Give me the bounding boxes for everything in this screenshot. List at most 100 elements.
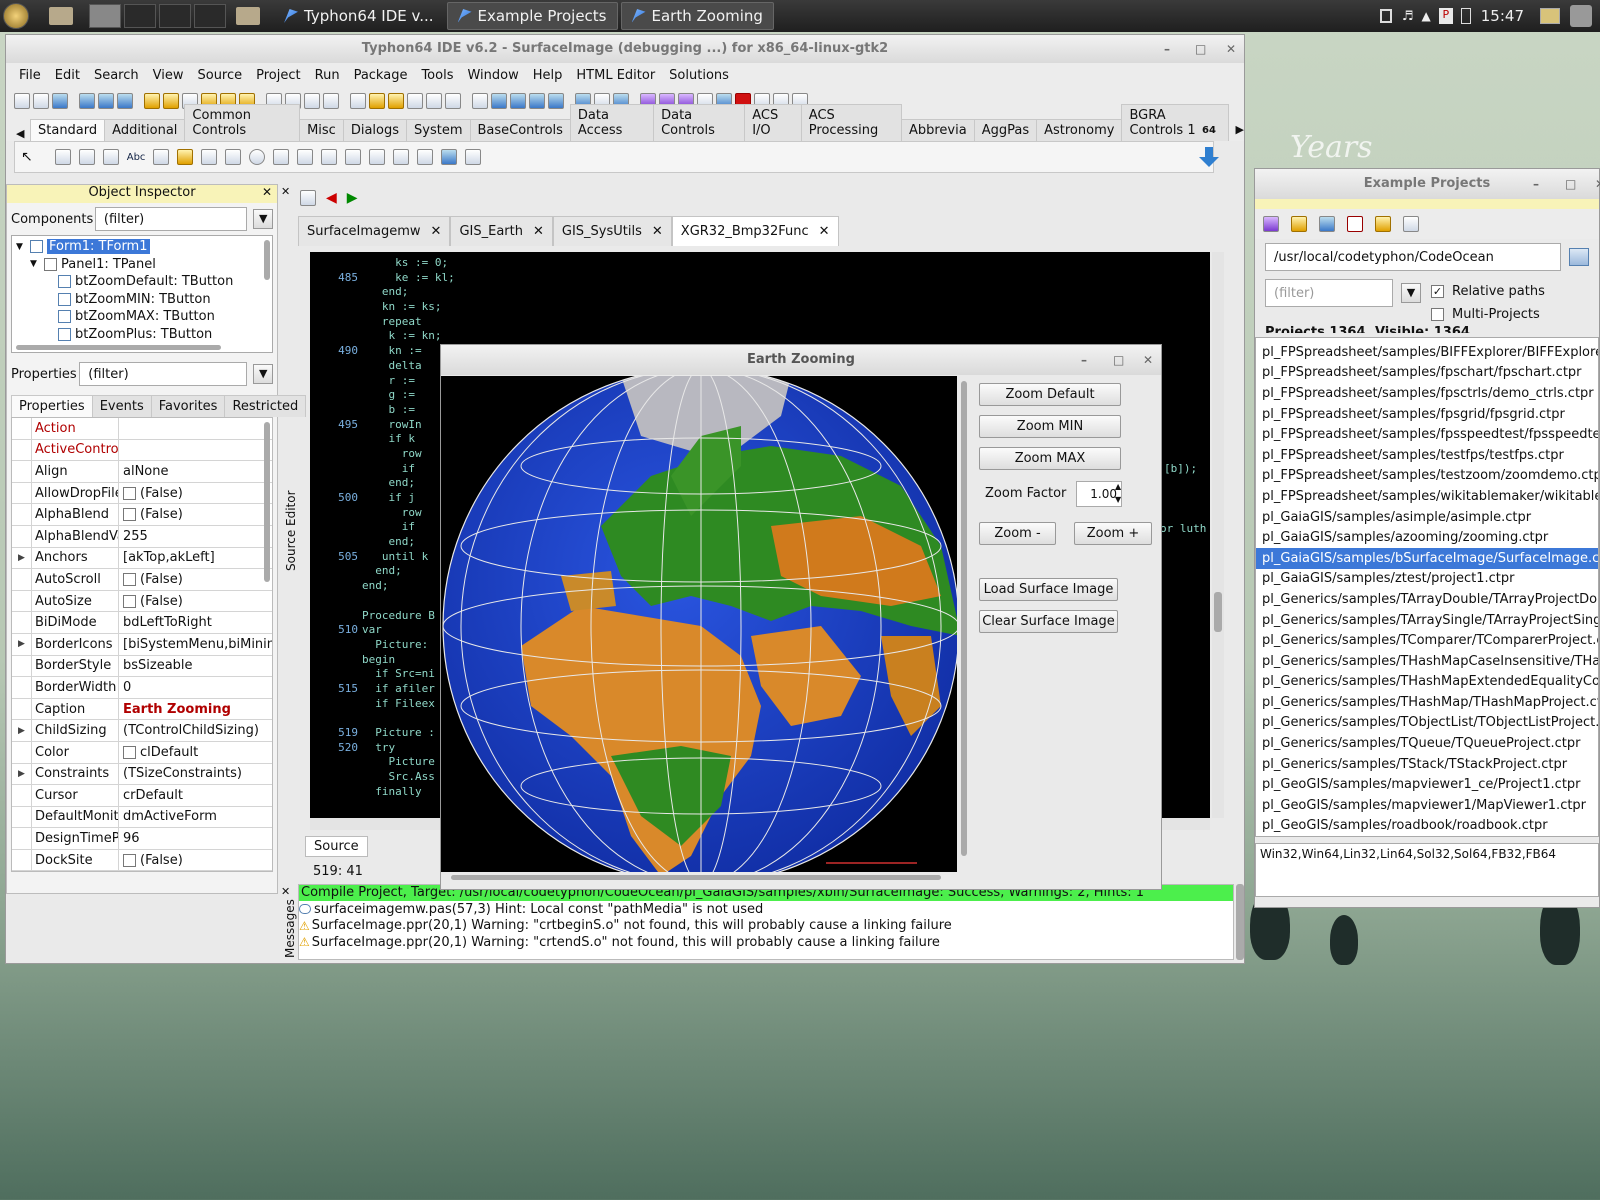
open-icon[interactable]	[33, 93, 49, 109]
show-desktop-icon[interactable]	[1540, 8, 1560, 24]
project-list-item[interactable]: pl_GaiaGIS/samples/azooming/zooming.ctpr	[1256, 527, 1598, 548]
palette-tab-data-access[interactable]: Data Access	[569, 104, 655, 141]
property-row[interactable]: DesignTimePPI96	[12, 828, 272, 850]
start-menu-icon[interactable]	[3, 3, 29, 29]
delete-icon[interactable]	[1347, 216, 1363, 232]
palette-tab-misc[interactable]: Misc	[299, 119, 344, 141]
clean-icon[interactable]	[548, 93, 564, 109]
palette-tab-data-controls[interactable]: Data Controls	[653, 104, 746, 141]
property-value[interactable]	[119, 418, 272, 439]
build-icon[interactable]	[1291, 216, 1307, 232]
property-row[interactable]: Color clDefault	[12, 741, 272, 764]
compare-icon[interactable]	[445, 93, 461, 109]
browse-folder-icon[interactable]	[1569, 248, 1589, 266]
code-line[interactable]: ke := kl;	[362, 271, 455, 286]
property-row[interactable]: Align alNone	[12, 461, 272, 483]
tree-hscrollbar[interactable]	[16, 345, 221, 350]
zoom-factor-spin-up-icon[interactable]: ▲	[1115, 482, 1121, 491]
tframe-icon[interactable]	[441, 149, 458, 165]
maximize-button[interactable]: □	[1565, 169, 1576, 199]
palette-tab-system[interactable]: System	[406, 119, 471, 141]
message-warning[interactable]: ⚠ SurfaceImage.ppr(20,1) Warning: "crtend…	[299, 934, 1233, 951]
tlabel-icon[interactable]: Abc	[127, 152, 146, 163]
remove-from-project-icon[interactable]	[323, 93, 339, 109]
taskbar-app-earth-zooming[interactable]: Earth Zooming	[620, 2, 774, 30]
open-project-icon[interactable]	[1319, 216, 1335, 232]
filter-icon[interactable]: ▼	[253, 364, 273, 384]
expand-icon[interactable]: ▼	[16, 242, 30, 252]
property-checkbox[interactable]	[123, 508, 136, 522]
project-list-item[interactable]: pl_FPSpreadsheet/samples/testfps/testfps…	[1256, 445, 1598, 466]
property-value[interactable]: dmActiveForm	[119, 807, 272, 828]
property-value[interactable]: (False)	[119, 850, 272, 871]
code-line[interactable]: end;	[362, 285, 455, 300]
volume-icon[interactable]: ♬	[1402, 9, 1414, 24]
project-list-item[interactable]: pl_Generics/samples/TStack/TStackProject…	[1256, 754, 1598, 775]
project-list-item[interactable]: pl_GaiaGIS/samples/ztest/project1.ctpr	[1256, 569, 1598, 590]
close-icon[interactable]: ✕	[819, 224, 830, 239]
property-value[interactable]: crDefault	[119, 785, 272, 806]
project-list-item[interactable]: pl_GeoGIS/samples/mapviewer1_ce/Project1…	[1256, 774, 1598, 795]
palette-tab-aggpas[interactable]: AggPas	[973, 119, 1038, 141]
property-value[interactable]: (TSizeConstraints)	[119, 764, 272, 785]
palette-tab-common-controls[interactable]: Common Controls	[184, 104, 301, 141]
folder-icon[interactable]	[236, 7, 260, 25]
property-checkbox[interactable]	[123, 853, 136, 867]
replace-icon[interactable]	[98, 93, 114, 109]
compile-icon[interactable]	[510, 93, 526, 109]
minimize-button[interactable]: –	[1533, 169, 1539, 199]
package-icon[interactable]	[144, 93, 160, 109]
code-line[interactable]: ks := 0;	[362, 256, 455, 271]
property-row[interactable]: Action	[12, 418, 272, 440]
globe-vscrollbar[interactable]	[961, 381, 967, 856]
package-open-icon[interactable]	[163, 93, 179, 109]
menu-run[interactable]: Run	[308, 68, 347, 83]
workspace-3[interactable]	[159, 4, 191, 28]
property-value[interactable]: (False)	[119, 591, 272, 612]
close-button[interactable]: ✕	[1226, 35, 1236, 63]
property-value[interactable]: 96	[119, 828, 272, 849]
project-list-item[interactable]: pl_Generics/samples/TObjectList/TObjectL…	[1256, 713, 1598, 734]
tpanel-icon[interactable]	[417, 149, 434, 165]
menu-tools[interactable]: Tools	[414, 68, 460, 83]
taskbar-app-example-projects[interactable]: Example Projects	[446, 2, 618, 30]
toggle-form-icon[interactable]	[388, 93, 404, 109]
message-hint[interactable]: surfaceimagemw.pas(57,3) Hint: Local con…	[299, 901, 1233, 918]
workspace-1[interactable]	[89, 4, 121, 28]
property-row[interactable]: AutoScroll (False)	[12, 569, 272, 591]
tab-favorites[interactable]: Favorites	[150, 395, 226, 417]
property-value[interactable]: (TControlChildSizing)	[119, 720, 272, 741]
network-icon[interactable]: ▲	[1422, 9, 1431, 23]
tcheckbox-icon[interactable]	[225, 149, 242, 165]
project-list-item[interactable]: pl_GaiaGIS/samples/asimple/asimple.ctpr	[1256, 507, 1598, 528]
zoom-default-button[interactable]: Zoom Default	[979, 383, 1121, 406]
project-list-item[interactable]: pl_FPSpreadsheet/samples/fpsctrls/demo_c…	[1256, 383, 1598, 404]
globe-hscrollbar[interactable]	[451, 875, 941, 880]
property-row[interactable]: BorderWidth 0	[12, 677, 272, 699]
tradiogroup-icon[interactable]	[369, 149, 386, 165]
property-row[interactable]: DefaultMonitordmActiveForm	[12, 806, 272, 829]
ttogglebox-icon[interactable]	[201, 149, 218, 165]
palette-tab-acs-io[interactable]: ACS I/O	[744, 104, 802, 141]
property-value[interactable]: 0	[119, 677, 272, 698]
battery-icon[interactable]	[1460, 8, 1471, 24]
property-row[interactable]: ▶ ChildSizing (TControlChildSizing)	[12, 720, 272, 742]
build-icon[interactable]	[491, 93, 507, 109]
property-row[interactable]: ActiveControl	[12, 439, 272, 462]
view-forms-icon[interactable]	[369, 93, 385, 109]
globe-canvas[interactable]	[441, 376, 957, 872]
workspace-2[interactable]	[124, 4, 156, 28]
code-line[interactable]: kn := ks;	[362, 300, 455, 315]
zoom-min-button[interactable]: Zoom MIN	[979, 415, 1121, 438]
editor-tab[interactable]: GIS_Earth ✕	[450, 216, 553, 246]
project-list-item[interactable]: pl_Generics/samples/TArrayDouble/TArrayP…	[1256, 589, 1598, 610]
property-checkbox[interactable]	[123, 572, 136, 586]
view-units-icon[interactable]	[350, 93, 366, 109]
tactionlist-icon[interactable]	[465, 149, 482, 165]
property-row[interactable]: Cursor crDefault	[12, 785, 272, 807]
zoom-factor-spin-down-icon[interactable]: ▼	[1115, 495, 1121, 504]
tlistbox-icon[interactable]	[273, 149, 290, 165]
project-list-item[interactable]: pl_GeoGIS/samples/mapviewer1/MapViewer1.…	[1256, 795, 1598, 816]
property-value[interactable]: [akTop,akLeft]	[119, 548, 272, 569]
editor-tab-active[interactable]: XGR32_Bmp32Func ✕	[671, 216, 839, 246]
